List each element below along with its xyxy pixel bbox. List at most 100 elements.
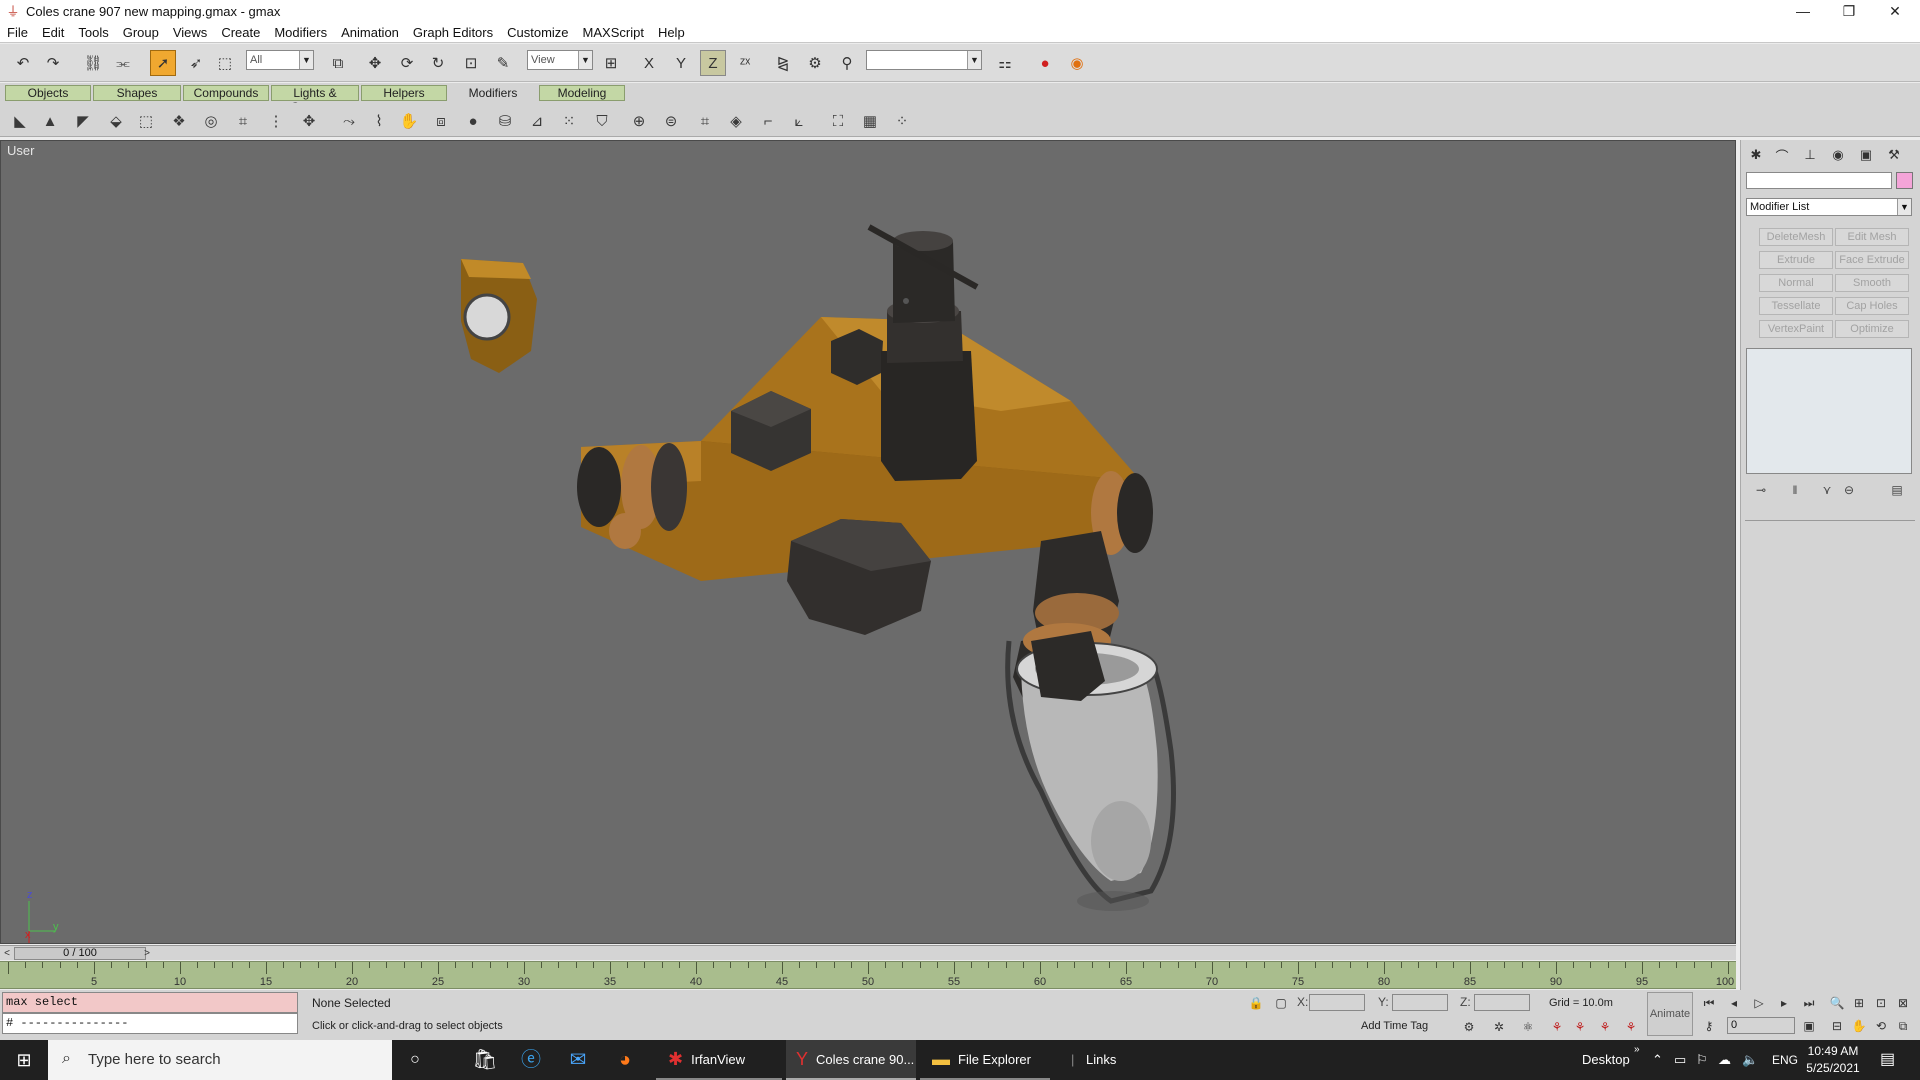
select-and-rotate-icon[interactable]: ⟳ — [394, 50, 420, 76]
language-indicator[interactable]: ENG — [1772, 1040, 1798, 1080]
unwrap-uvw-icon[interactable]: ⊿ — [526, 110, 548, 132]
arc-rotate-icon[interactable]: ⟲ — [1872, 1017, 1890, 1035]
zoom-icon[interactable]: 🔍 — [1828, 994, 1846, 1012]
minimize-button[interactable]: — — [1780, 0, 1826, 23]
tab-modeling[interactable]: Modeling — [539, 85, 625, 101]
goto-start-icon[interactable]: ⏮ — [1700, 994, 1718, 1012]
maximize-viewport-icon[interactable]: ⧉ — [1894, 1017, 1912, 1035]
snap-icon[interactable]: ⚙ — [1460, 1018, 1478, 1036]
edit-mesh-button[interactable]: Edit Mesh — [1835, 228, 1909, 246]
select-and-move-icon[interactable]: ✥ — [362, 50, 388, 76]
store-icon[interactable]: 🛍 — [462, 1040, 508, 1080]
bevel-icon[interactable]: ⌐ — [757, 110, 779, 132]
sphere-wire-icon[interactable]: ⊕ — [628, 110, 650, 132]
pan-icon[interactable]: ✋ — [1850, 1017, 1868, 1035]
menu-graph-editors[interactable]: Graph Editors — [406, 23, 500, 43]
lattice-modifier-icon[interactable]: ⌗ — [232, 110, 254, 132]
taskbar-app-file-explorer[interactable]: ▬ File Explorer — [920, 1040, 1050, 1080]
modify-panel-icon[interactable]: ⌒ — [1771, 145, 1793, 165]
rectangular-selection-icon[interactable]: ⬚ — [212, 50, 238, 76]
tab-helpers[interactable]: Helpers — [361, 85, 447, 101]
named-selection-dropdown[interactable]: ▼ — [866, 50, 982, 70]
edge-icon[interactable]: ⓔ — [508, 1040, 554, 1080]
desktop-toolbar[interactable]: Desktop — [1582, 1040, 1630, 1080]
normal-button[interactable]: Normal — [1759, 274, 1833, 292]
taskbar-search-box[interactable]: ⌕ Type here to search — [48, 1040, 392, 1080]
select-by-name-icon[interactable]: ➶ — [183, 50, 209, 76]
track-bar[interactable]: 5 10 15 20 25 30 35 40 45 50 55 60 65 70 75 80 85 90 95 100 — [0, 961, 1736, 989]
path-deform-icon[interactable]: ⛶ — [827, 110, 849, 132]
motion-panel-icon[interactable]: ◉ — [1827, 145, 1849, 165]
mirror-icon[interactable]: ⧎ — [770, 50, 796, 76]
modifier-list-dropdown[interactable]: Modifier List ▼ — [1746, 198, 1912, 216]
close-button[interactable]: ✕ — [1872, 0, 1918, 23]
select-and-rotate-alt-icon[interactable]: ↻ — [425, 50, 451, 76]
add-time-tag-button[interactable]: Add Time Tag — [1361, 1017, 1428, 1035]
extrude-button[interactable]: Extrude — [1759, 251, 1833, 269]
key-filter-icon[interactable]: ⚘ — [1596, 1018, 1614, 1036]
menu-create[interactable]: Create — [214, 23, 267, 43]
twist-modifier-icon[interactable]: ◤ — [72, 110, 94, 132]
play-icon[interactable]: ▷ — [1750, 994, 1768, 1012]
current-frame-field[interactable]: 0 — [1727, 1017, 1795, 1034]
cylinder-map-icon[interactable]: ⛁ — [494, 110, 516, 132]
configure-modifier-sets-icon[interactable]: ▤ — [1887, 480, 1907, 500]
vertexpaint-button[interactable]: VertexPaint — [1759, 320, 1833, 338]
percent-snap-icon[interactable]: ⚛ — [1519, 1018, 1537, 1036]
stretch-modifier-icon[interactable]: ⬚ — [135, 110, 157, 132]
make-unique-icon[interactable]: ⋎ — [1817, 480, 1837, 500]
select-object-icon[interactable]: ➚ — [150, 50, 176, 76]
maxscript-listener-output[interactable]: max select — [2, 992, 298, 1013]
uvw-map-icon[interactable]: ⧈ — [430, 110, 452, 132]
menu-help[interactable]: Help — [651, 23, 692, 43]
object-color-swatch[interactable] — [1896, 172, 1913, 189]
grid-icon[interactable]: ⌗ — [694, 110, 716, 132]
wave-modifier-icon[interactable]: ⋮ — [265, 110, 287, 132]
unlink-selection-icon[interactable]: ⫘ — [110, 50, 136, 76]
tab-modifiers[interactable]: Modifiers — [449, 85, 537, 101]
menu-animation[interactable]: Animation — [334, 23, 406, 43]
select-and-link-icon[interactable]: ⛓ — [80, 50, 106, 76]
restrict-x-icon[interactable]: X — [636, 50, 662, 76]
tessellate-button[interactable]: Tessellate — [1759, 297, 1833, 315]
lock-selection-icon[interactable]: 🔒 — [1247, 994, 1265, 1012]
viewport-user[interactable]: User z y x — [0, 140, 1736, 944]
menu-edit[interactable]: Edit — [35, 23, 71, 43]
mesh-select-icon[interactable]: ⁙ — [558, 110, 580, 132]
restrict-plane-icon[interactable]: ᶻˣ — [732, 50, 758, 76]
show-hidden-icons-icon[interactable]: ⌃ — [1652, 1040, 1663, 1080]
window-crossing-icon[interactable]: ⧉ — [325, 50, 351, 76]
restrict-y-icon[interactable]: Y — [668, 50, 694, 76]
taskbar-app-gmax[interactable]: Y Coles crane 90... — [786, 1040, 916, 1080]
extrude-icon[interactable]: ⟀ — [788, 110, 810, 132]
firefox-icon[interactable]: ◕ — [602, 1040, 648, 1080]
track-view-icon[interactable]: ⚏ — [992, 50, 1018, 76]
set-key-icon[interactable]: ⚘ — [1571, 1018, 1589, 1036]
zoom-extents-all-icon[interactable]: ⊠ — [1894, 994, 1912, 1012]
spinner-snap-icon[interactable]: ⚘ — [1548, 1018, 1566, 1036]
diamond-grid-icon[interactable]: ◈ — [725, 110, 747, 132]
tab-shapes[interactable]: Shapes — [93, 85, 181, 101]
show-end-result-icon[interactable]: ‖ — [1785, 480, 1805, 500]
taskbar-clock[interactable]: 10:49 AM 5/25/2021 — [1798, 1043, 1868, 1077]
undo-icon[interactable]: ↶ — [10, 50, 36, 76]
menu-tools[interactable]: Tools — [71, 23, 115, 43]
tab-objects[interactable]: Objects — [5, 85, 91, 101]
goto-end-icon[interactable]: ⏭ — [1800, 994, 1818, 1012]
bend-modifier-icon[interactable]: ◣ — [9, 110, 31, 132]
tab-lights-cameras[interactable]: Lights & Cameras — [271, 85, 359, 114]
redo-icon[interactable]: ↷ — [40, 50, 66, 76]
pin-stack-icon[interactable]: ⊸ — [1751, 480, 1771, 500]
x-coord-field[interactable] — [1309, 994, 1365, 1011]
animate-button[interactable]: Animate — [1647, 992, 1693, 1036]
display-panel-icon[interactable]: ▣ — [1855, 145, 1877, 165]
restrict-z-icon[interactable]: Z — [700, 50, 726, 76]
selection-filter-dropdown[interactable]: All ▼ — [246, 50, 314, 70]
tab-compounds[interactable]: Compounds — [183, 85, 269, 101]
time-configuration-icon[interactable]: ▣ — [1800, 1017, 1818, 1035]
absolute-relative-toggle-icon[interactable]: ▢ — [1272, 994, 1290, 1012]
windows-start-icon[interactable]: ⊞ — [0, 1040, 48, 1080]
noise-modifier-icon[interactable]: ⬙ — [105, 110, 127, 132]
menu-customize[interactable]: Customize — [500, 23, 575, 43]
time-slider[interactable]: < 0 / 100 > — [0, 945, 1736, 960]
